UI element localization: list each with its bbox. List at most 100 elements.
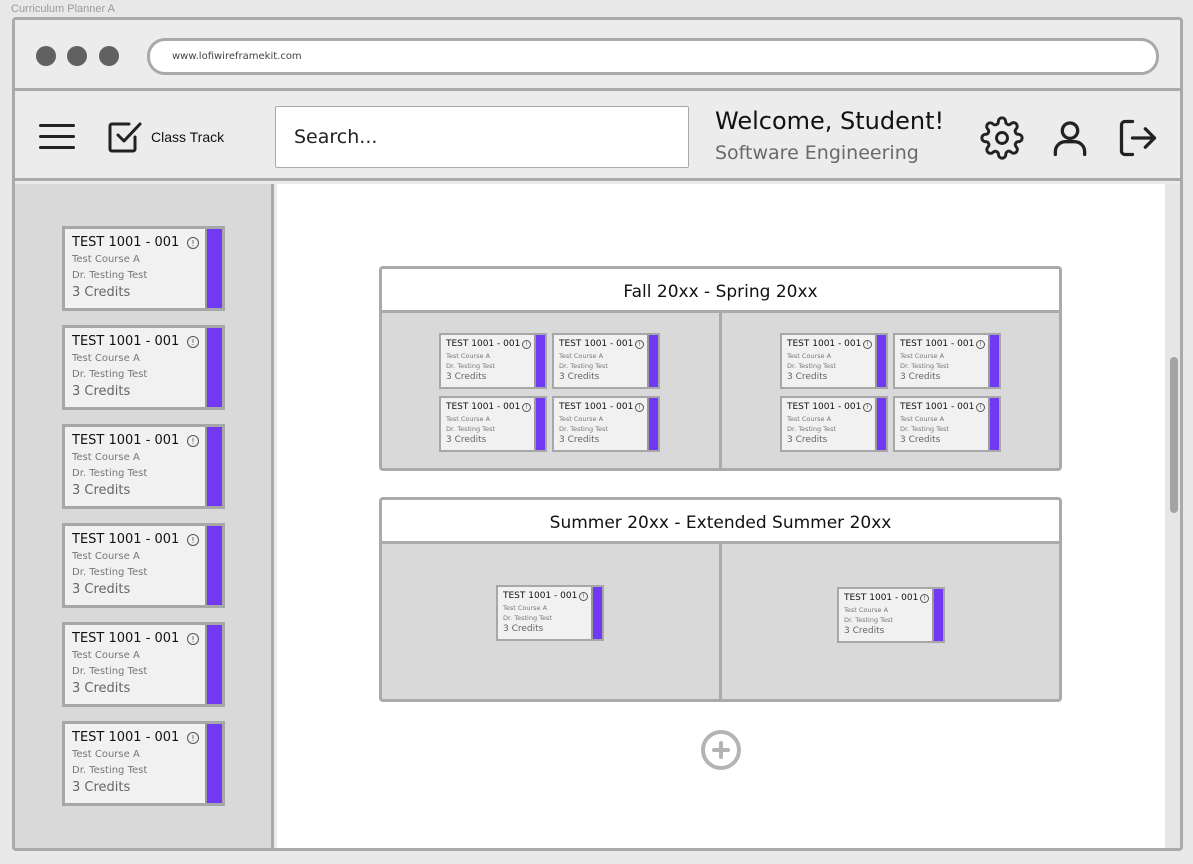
course-color-stripe bbox=[205, 625, 222, 704]
course-instructor: Dr. Testing Test bbox=[72, 567, 148, 578]
course-name: Test Course A bbox=[900, 352, 945, 360]
search-box[interactable] bbox=[275, 106, 689, 168]
scrollbar-thumb[interactable] bbox=[1170, 357, 1178, 513]
term-divider bbox=[719, 313, 722, 468]
window-minimize-dot[interactable] bbox=[67, 46, 87, 66]
course-code: TEST 1001 - 001 bbox=[844, 593, 919, 603]
term-divider bbox=[719, 544, 722, 699]
course-name: Test Course A bbox=[844, 606, 889, 614]
planned-course-card[interactable]: TEST 1001 - 001 ! Test Course A Dr. Test… bbox=[552, 396, 660, 452]
planned-course-card[interactable]: TEST 1001 - 001 ! Test Course A Dr. Test… bbox=[552, 333, 660, 389]
app-name: Class Track bbox=[151, 129, 225, 145]
course-credits: 3 Credits bbox=[787, 435, 828, 445]
planned-course-card[interactable]: TEST 1001 - 001 ! Test Course A Dr. Test… bbox=[496, 585, 604, 641]
course-name: Test Course A bbox=[446, 415, 491, 423]
info-icon[interactable]: ! bbox=[635, 340, 644, 349]
sidebar-course-card[interactable]: TEST 1001 - 001 ! Test Course A Dr. Test… bbox=[62, 226, 225, 311]
sidebar-course-card[interactable]: TEST 1001 - 001 ! Test Course A Dr. Test… bbox=[62, 622, 225, 707]
info-icon[interactable]: ! bbox=[863, 403, 872, 412]
course-code: TEST 1001 - 001 bbox=[72, 532, 180, 547]
course-instructor: Dr. Testing Test bbox=[900, 362, 949, 370]
course-name: Test Course A bbox=[72, 650, 140, 661]
info-icon[interactable]: ! bbox=[976, 340, 985, 349]
major-label: Software Engineering bbox=[715, 142, 919, 164]
window-maximize-dot[interactable] bbox=[99, 46, 119, 66]
course-color-stripe bbox=[534, 335, 545, 387]
planned-course-card[interactable]: TEST 1001 - 001 ! Test Course A Dr. Test… bbox=[780, 396, 888, 452]
url-bar[interactable]: www.lofiwireframekit.com bbox=[147, 38, 1159, 75]
course-name: Test Course A bbox=[446, 352, 491, 360]
planned-course-card[interactable]: TEST 1001 - 001 ! Test Course A Dr. Test… bbox=[893, 396, 1001, 452]
course-name: Test Course A bbox=[787, 352, 832, 360]
info-icon[interactable]: ! bbox=[920, 594, 929, 603]
info-icon[interactable]: ! bbox=[187, 732, 199, 744]
course-credits: 3 Credits bbox=[72, 384, 131, 399]
info-icon[interactable]: ! bbox=[863, 340, 872, 349]
course-color-stripe bbox=[875, 335, 886, 387]
course-code: TEST 1001 - 001 bbox=[72, 235, 180, 250]
info-icon[interactable]: ! bbox=[187, 633, 199, 645]
scrollbar-track[interactable] bbox=[1165, 184, 1180, 848]
course-credits: 3 Credits bbox=[503, 624, 544, 634]
browser-window: www.lofiwireframekit.com Class Track Wel… bbox=[12, 17, 1183, 851]
sidebar-course-card[interactable]: TEST 1001 - 001 ! Test Course A Dr. Test… bbox=[62, 325, 225, 410]
user-icon[interactable] bbox=[1048, 116, 1092, 160]
planned-course-card[interactable]: TEST 1001 - 001 ! Test Course A Dr. Test… bbox=[439, 396, 547, 452]
info-icon[interactable]: ! bbox=[522, 403, 531, 412]
search-input[interactable] bbox=[294, 124, 664, 150]
course-color-stripe bbox=[205, 328, 222, 407]
term-block: Fall 20xx - Spring 20xx TEST 1001 - 001 … bbox=[379, 266, 1062, 471]
course-name: Test Course A bbox=[72, 551, 140, 562]
sidebar-course-card[interactable]: TEST 1001 - 001 ! Test Course A Dr. Test… bbox=[62, 721, 225, 806]
info-icon[interactable]: ! bbox=[187, 237, 199, 249]
url-text: www.lofiwireframekit.com bbox=[172, 51, 302, 62]
course-code: TEST 1001 - 001 bbox=[559, 339, 634, 349]
term-title: Fall 20xx - Spring 20xx bbox=[382, 269, 1059, 313]
course-code: TEST 1001 - 001 bbox=[72, 631, 180, 646]
course-instructor: Dr. Testing Test bbox=[446, 362, 495, 370]
course-name: Test Course A bbox=[559, 415, 604, 423]
course-name: Test Course A bbox=[559, 352, 604, 360]
course-name: Test Course A bbox=[72, 452, 140, 463]
menu-icon[interactable] bbox=[39, 124, 75, 150]
info-icon[interactable]: ! bbox=[187, 435, 199, 447]
info-icon[interactable]: ! bbox=[522, 340, 531, 349]
sidebar-course-card[interactable]: TEST 1001 - 001 ! Test Course A Dr. Test… bbox=[62, 523, 225, 608]
course-instructor: Dr. Testing Test bbox=[559, 425, 608, 433]
course-credits: 3 Credits bbox=[72, 285, 131, 300]
course-instructor: Dr. Testing Test bbox=[72, 270, 148, 281]
course-name: Test Course A bbox=[787, 415, 832, 423]
info-icon[interactable]: ! bbox=[187, 534, 199, 546]
course-name: Test Course A bbox=[900, 415, 945, 423]
course-color-stripe bbox=[988, 398, 999, 450]
info-icon[interactable]: ! bbox=[976, 403, 985, 412]
info-icon[interactable]: ! bbox=[579, 592, 588, 601]
window-close-dot[interactable] bbox=[36, 46, 56, 66]
course-instructor: Dr. Testing Test bbox=[787, 362, 836, 370]
course-color-stripe bbox=[534, 398, 545, 450]
course-instructor: Dr. Testing Test bbox=[900, 425, 949, 433]
planned-course-card[interactable]: TEST 1001 - 001 ! Test Course A Dr. Test… bbox=[837, 587, 945, 643]
course-credits: 3 Credits bbox=[72, 780, 131, 795]
course-color-stripe bbox=[932, 589, 943, 641]
gear-icon[interactable] bbox=[980, 116, 1024, 160]
course-instructor: Dr. Testing Test bbox=[787, 425, 836, 433]
course-sidebar: TEST 1001 - 001 ! Test Course A Dr. Test… bbox=[15, 184, 274, 848]
planned-course-card[interactable]: TEST 1001 - 001 ! Test Course A Dr. Test… bbox=[439, 333, 547, 389]
course-color-stripe bbox=[647, 335, 658, 387]
course-code: TEST 1001 - 001 bbox=[72, 433, 180, 448]
planned-course-card[interactable]: TEST 1001 - 001 ! Test Course A Dr. Test… bbox=[780, 333, 888, 389]
course-code: TEST 1001 - 001 bbox=[787, 402, 862, 412]
logout-icon[interactable] bbox=[1116, 116, 1160, 160]
info-icon[interactable]: ! bbox=[635, 403, 644, 412]
add-term-button[interactable] bbox=[701, 730, 741, 770]
app-header: Class Track Welcome, Student! Software E… bbox=[15, 94, 1180, 181]
info-icon[interactable]: ! bbox=[187, 336, 199, 348]
course-code: TEST 1001 - 001 bbox=[787, 339, 862, 349]
course-color-stripe bbox=[205, 724, 222, 803]
course-credits: 3 Credits bbox=[446, 435, 487, 445]
course-color-stripe bbox=[988, 335, 999, 387]
course-instructor: Dr. Testing Test bbox=[446, 425, 495, 433]
sidebar-course-card[interactable]: TEST 1001 - 001 ! Test Course A Dr. Test… bbox=[62, 424, 225, 509]
planned-course-card[interactable]: TEST 1001 - 001 ! Test Course A Dr. Test… bbox=[893, 333, 1001, 389]
